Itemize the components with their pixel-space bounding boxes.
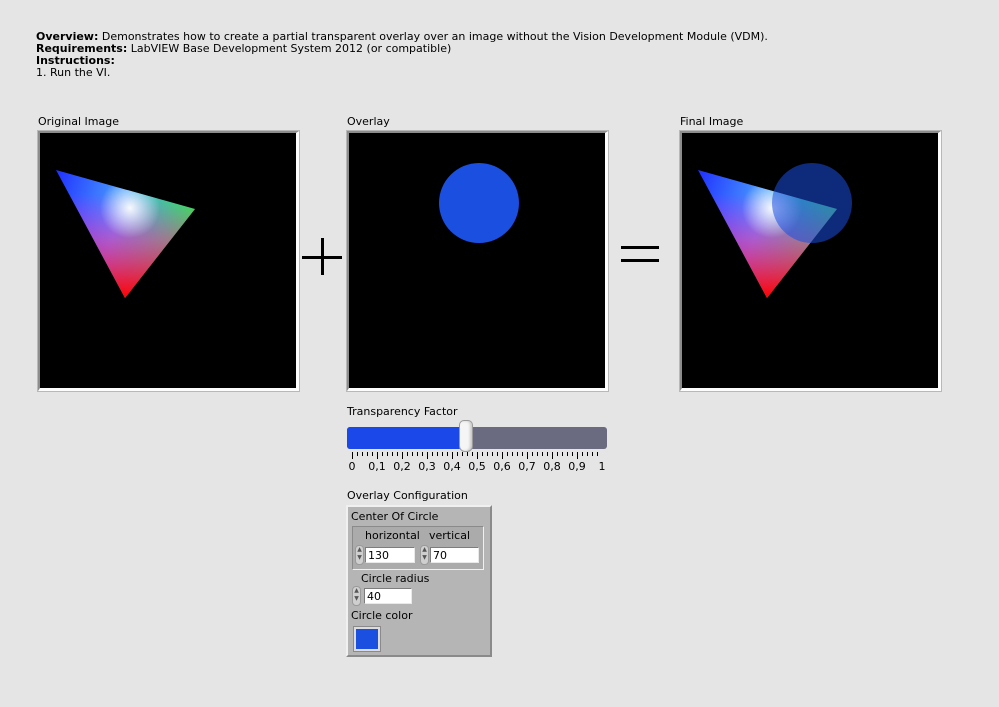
scale-tick-label: 0,8: [543, 460, 561, 473]
center-of-circle-cluster: horizontal ▲ ▼ 130 vertical ▲ ▼ 70: [352, 526, 484, 570]
transparency-factor-label: Transparency Factor: [347, 405, 458, 418]
vertical-increment-decrement[interactable]: ▲ ▼: [420, 545, 429, 565]
plus-operator-icon: [302, 238, 342, 278]
instructions-step: 1. Run the VI.: [36, 66, 111, 79]
circle-color-swatch: [356, 629, 378, 649]
scale-tick-label: 0,6: [493, 460, 511, 473]
final-image-display[interactable]: [680, 131, 941, 391]
circle-color-label: Circle color: [351, 609, 413, 622]
center-of-circle-label: Center Of Circle: [351, 510, 439, 523]
scale-tick-label: 0,1: [368, 460, 386, 473]
equals-operator-icon: [621, 246, 659, 266]
requirements-text: LabVIEW Base Development System 2012 (or…: [127, 42, 452, 55]
scale-tick-label: 0,5: [468, 460, 486, 473]
vi-description: Overview: Demonstrates how to create a p…: [36, 31, 768, 79]
original-triangle-image: [56, 170, 195, 298]
horizontal-label: horizontal: [365, 529, 420, 542]
overlay-configuration-cluster: Center Of Circle horizontal ▲ ▼ 130 verti…: [346, 505, 492, 657]
scale-tick-label: 0,7: [518, 460, 536, 473]
final-composite-image: [698, 163, 852, 298]
scale-tick-label: 1: [598, 460, 606, 473]
scale-tick-label: 0: [348, 460, 356, 473]
overlay-image-label: Overlay: [347, 115, 390, 128]
scale-tick-label: 0,2: [393, 460, 411, 473]
transparency-slider-track[interactable]: [347, 427, 607, 449]
horizontal-input[interactable]: 130: [365, 547, 415, 563]
overlay-configuration-label: Overlay Configuration: [347, 489, 468, 502]
transparency-slider-fill: [347, 427, 465, 449]
final-image-label: Final Image: [680, 115, 744, 128]
circle-radius-input[interactable]: 40: [364, 588, 412, 604]
circle-color-picker[interactable]: [353, 626, 381, 652]
scale-tick-label: 0,4: [443, 460, 461, 473]
scale-tick-label: 0,3: [418, 460, 436, 473]
instructions-line: Instructions:: [36, 55, 768, 67]
original-image-label: Original Image: [38, 115, 119, 128]
original-image-display[interactable]: [38, 131, 299, 391]
scale-tick-label: 0,9: [568, 460, 586, 473]
transparency-scale-ticks: [352, 452, 598, 459]
transparency-slider-thumb[interactable]: [458, 420, 473, 452]
overlay-image-display[interactable]: [347, 131, 608, 391]
requirements-line: Requirements: LabVIEW Base Development S…: [36, 43, 768, 55]
radius-increment-decrement[interactable]: ▲ ▼: [352, 586, 361, 606]
circle-radius-label: Circle radius: [361, 572, 430, 585]
horizontal-increment-decrement[interactable]: ▲ ▼: [355, 545, 364, 565]
vertical-label: vertical: [429, 529, 471, 542]
overlay-circle-image: [439, 163, 519, 243]
vertical-input[interactable]: 70: [430, 547, 479, 563]
